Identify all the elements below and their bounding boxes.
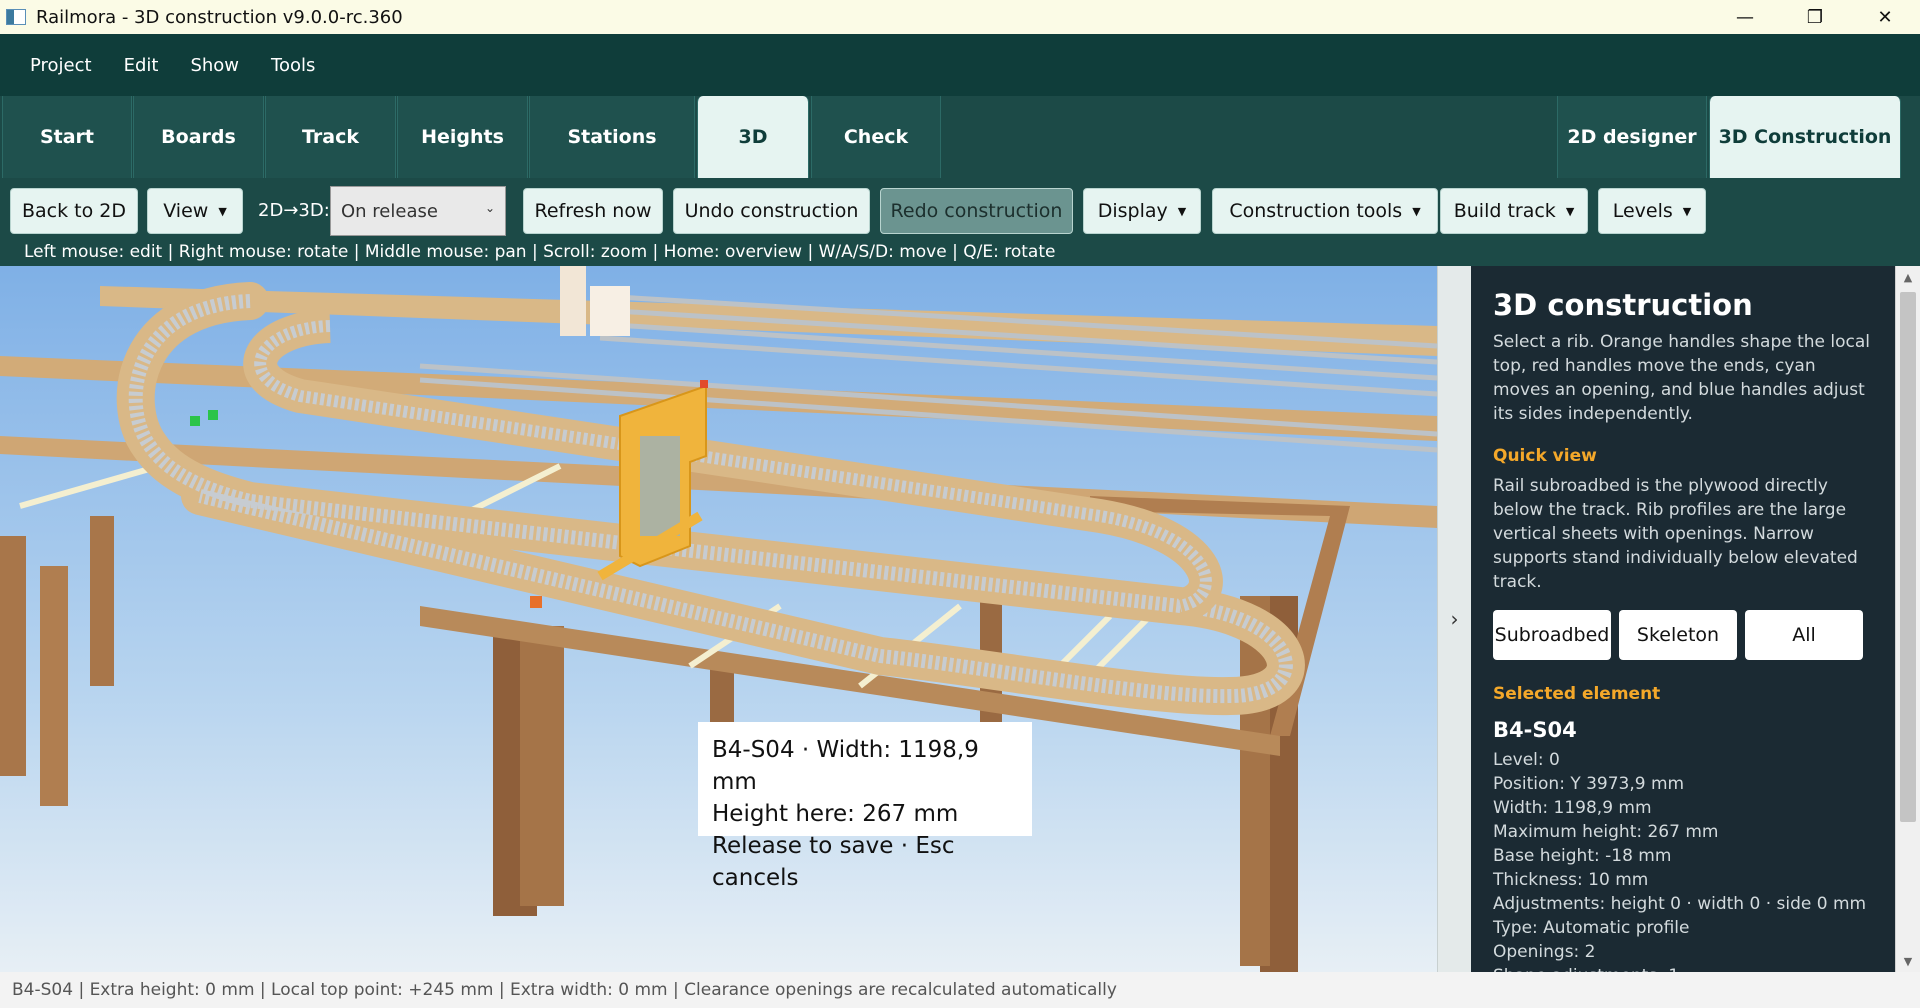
panel-scrollbar[interactable]: ▲ ▼ — [1895, 266, 1920, 972]
back-to-2d-button[interactable]: Back to 2D — [10, 188, 138, 234]
scroll-up-icon[interactable]: ▲ — [1896, 266, 1920, 288]
detail-openings: Openings: 2 — [1493, 942, 1596, 962]
detail-width: Width: 1198,9 mm — [1493, 798, 1652, 818]
display-label: Display — [1097, 200, 1168, 222]
chevron-right-icon: › — [1450, 607, 1459, 631]
detail-shape-adjustments: Shape adjustments: 1 — [1493, 964, 1873, 972]
selected-element-heading: Selected element — [1493, 684, 1661, 704]
undo-construction-button[interactable]: Undo construction — [673, 188, 870, 234]
tab-heights[interactable]: Heights — [397, 96, 528, 178]
caret-down-icon: ▼ — [1177, 204, 1187, 218]
tab-check[interactable]: Check — [811, 96, 941, 178]
side-panel: 3D construction Select a rib. Orange han… — [1471, 266, 1895, 972]
tooltip-line-3: Release to save · Esc cancels — [712, 833, 955, 891]
window-title: Railmora - 3D construction v9.0.0-rc.360 — [36, 6, 403, 28]
refresh-now-button[interactable]: Refresh now — [523, 188, 663, 234]
detail-level: Level: 0 — [1493, 750, 1560, 770]
caret-down-icon: ▼ — [1682, 204, 1692, 218]
panel-intro: Select a rib. Orange handles shape the l… — [1493, 332, 1871, 424]
panel-collapse-toggle[interactable]: › — [1437, 266, 1471, 972]
tab-stations[interactable]: Stations — [529, 96, 695, 178]
status-bar: B4-S04 | Extra height: 0 mm | Local top … — [0, 972, 1920, 1008]
skeleton-button[interactable]: Skeleton — [1619, 610, 1737, 660]
construction-tools-label: Construction tools — [1229, 200, 1403, 222]
app-icon — [6, 9, 26, 25]
detail-adjustments: Adjustments: height 0 · width 0 · side 0… — [1493, 894, 1867, 914]
quick-view-buttons: Subroadbed Skeleton All — [1493, 610, 1873, 660]
tab-3d[interactable]: 3D — [697, 96, 809, 178]
tab-3d-construction[interactable]: 3D Construction — [1709, 96, 1901, 178]
sync-select[interactable]: On release ⌄ — [330, 186, 506, 236]
levels-label: Levels — [1612, 200, 1673, 222]
chevron-down-icon: ⌄ — [484, 201, 495, 215]
caret-down-icon: ▼ — [1565, 204, 1575, 218]
detail-max-height: Maximum height: 267 mm — [1493, 822, 1719, 842]
toolbar: Back to 2D View ▼ 2D→3D: On release ⌄ Ref… — [0, 180, 1920, 266]
menu-tools[interactable]: Tools — [255, 55, 331, 76]
quick-view-heading: Quick view — [1493, 446, 1597, 466]
detail-position: Position: Y 3973,9 mm — [1493, 774, 1685, 794]
detail-thickness: Thickness: 10 mm — [1493, 870, 1649, 890]
panel-title: 3D construction — [1493, 288, 1753, 322]
menu-bar: Project Edit Show Tools — [0, 34, 1920, 96]
3d-viewport[interactable]: B4-S04 · Width: 1198,9 mm Height here: 2… — [0, 266, 1437, 972]
mouse-hint: Left mouse: edit | Right mouse: rotate |… — [24, 242, 1056, 262]
caret-down-icon: ▼ — [218, 204, 227, 218]
tab-boards[interactable]: Boards — [133, 96, 264, 178]
quick-view-text: Rail subroadbed is the plywood directly … — [1493, 476, 1858, 592]
view-dropdown-button[interactable]: View ▼ — [147, 188, 243, 234]
caret-down-icon: ▼ — [1412, 204, 1421, 218]
tab-strip: Start Boards Track Heights Stations 3D C… — [0, 96, 1920, 180]
menu-project[interactable]: Project — [14, 55, 108, 76]
scroll-thumb[interactable] — [1900, 292, 1916, 822]
tooltip-line-1: B4-S04 · Width: 1198,9 mm — [712, 737, 979, 795]
all-button[interactable]: All — [1745, 610, 1863, 660]
maximize-button[interactable]: ❐ — [1780, 0, 1850, 34]
tab-2d-designer[interactable]: 2D designer — [1557, 96, 1707, 178]
menu-edit[interactable]: Edit — [108, 55, 175, 76]
tab-start[interactable]: Start — [2, 96, 132, 178]
scroll-down-icon[interactable]: ▼ — [1896, 950, 1920, 972]
subroadbed-button[interactable]: Subroadbed — [1493, 610, 1611, 660]
detail-type: Type: Automatic profile — [1493, 918, 1690, 938]
build-track-label: Build track — [1453, 200, 1556, 222]
redo-construction-button[interactable]: Redo construction — [880, 188, 1073, 234]
selected-element-name: B4-S04 — [1493, 718, 1577, 742]
construction-tools-dropdown-button[interactable]: Construction tools ▼ — [1212, 188, 1438, 234]
tab-track[interactable]: Track — [265, 96, 396, 178]
build-track-dropdown-button[interactable]: Build track ▼ — [1440, 188, 1588, 234]
tooltip-line-2: Height here: 267 mm — [712, 801, 959, 827]
drag-tooltip: B4-S04 · Width: 1198,9 mm Height here: 2… — [698, 722, 1032, 891]
sync-label: 2D→3D: — [258, 200, 330, 221]
minimize-button[interactable]: — — [1710, 0, 1780, 34]
detail-base-height: Base height: -18 mm — [1493, 846, 1672, 866]
levels-dropdown-button[interactable]: Levels ▼ — [1598, 188, 1706, 234]
sync-select-value: On release — [341, 200, 438, 222]
view-label: View — [163, 200, 209, 222]
close-button[interactable]: ✕ — [1850, 0, 1920, 34]
title-bar: Railmora - 3D construction v9.0.0-rc.360… — [0, 0, 1920, 34]
display-dropdown-button[interactable]: Display ▼ — [1083, 188, 1201, 234]
menu-show[interactable]: Show — [174, 55, 255, 76]
